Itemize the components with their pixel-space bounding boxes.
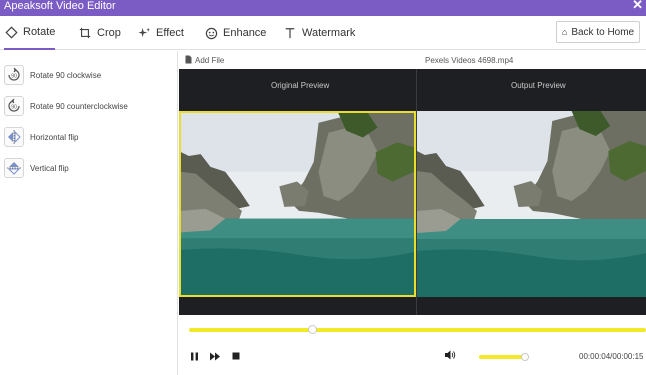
enhance-icon — [204, 26, 218, 40]
vertical-flip-icon — [4, 158, 24, 178]
window-title: Apeaksoft Video Editor — [4, 0, 116, 12]
tab-label: Effect — [156, 27, 184, 39]
rotate-options-panel: 90 Rotate 90 clockwise 90 Rotate 90 coun… — [0, 51, 178, 375]
output-preview-label: Output Preview — [511, 81, 566, 90]
playback-controls: 00:00:04/00:00:15 — [179, 315, 646, 375]
option-label: Rotate 90 counterclockwise — [30, 101, 128, 111]
file-icon — [185, 55, 192, 66]
timecode: 00:00:04/00:00:15 — [579, 352, 644, 361]
tab-label: Watermark — [302, 27, 356, 39]
progress-handle[interactable] — [308, 325, 318, 334]
rotate-counterclockwise-button[interactable]: 90 Rotate 90 counterclockwise — [4, 94, 174, 118]
preview-area: Original Preview Output Preview — [179, 69, 646, 315]
tab-label: Enhance — [223, 27, 267, 39]
option-label: Rotate 90 clockwise — [30, 70, 102, 80]
title-bar: Apeaksoft Video Editor ✕ — [0, 0, 646, 16]
close-icon[interactable]: ✕ — [632, 0, 643, 11]
tab-crop[interactable]: Crop — [78, 16, 121, 50]
back-to-home-button[interactable]: ⌂ Back to Home — [556, 21, 640, 43]
fast-forward-icon — [210, 352, 220, 360]
add-file-button[interactable]: Add File — [185, 55, 224, 66]
horizontal-flip-button[interactable]: Horizontal flip — [4, 125, 174, 149]
tab-enhance[interactable]: Enhance — [204, 16, 266, 50]
original-preview-label: Original Preview — [271, 81, 330, 90]
pause-button[interactable] — [188, 350, 200, 362]
tab-bar: Rotate Crop Effect Enhance Watermark ⌂ B… — [0, 16, 646, 50]
fast-forward-button[interactable] — [209, 350, 221, 362]
editor-area: Add File Pexels Videos 4698.mp4 Original… — [179, 51, 646, 375]
rotate-icon — [4, 25, 18, 39]
add-file-label: Add File — [195, 56, 225, 65]
effect-icon — [137, 26, 151, 40]
rotate-clockwise-button[interactable]: 90 Rotate 90 clockwise — [4, 63, 174, 87]
horizontal-flip-icon — [4, 127, 24, 147]
rotate-badge: 90 — [11, 105, 17, 111]
progress-track[interactable] — [189, 325, 646, 334]
home-icon: ⌂ — [561, 27, 568, 37]
crop-icon — [78, 26, 92, 40]
volume-handle[interactable] — [521, 353, 529, 361]
rotate-clockwise-icon: 90 — [4, 65, 24, 85]
pause-icon — [190, 352, 198, 360]
watermark-icon — [283, 26, 297, 40]
tab-label: Rotate — [23, 26, 56, 38]
tab-rotate[interactable]: Rotate — [4, 16, 56, 50]
volume-icon[interactable] — [445, 350, 456, 363]
rotate-counterclockwise-icon: 90 — [4, 96, 24, 116]
tab-label: Crop — [97, 27, 121, 39]
file-bar: Add File Pexels Videos 4698.mp4 — [179, 51, 646, 69]
vertical-flip-button[interactable]: Vertical flip — [4, 156, 174, 180]
file-name: Pexels Videos 4698.mp4 — [425, 56, 514, 65]
volume-slider[interactable] — [479, 353, 529, 361]
rotate-badge: 90 — [11, 74, 17, 80]
stop-icon — [232, 352, 240, 360]
tab-effect[interactable]: Effect — [137, 16, 184, 50]
option-label: Horizontal flip — [30, 132, 79, 142]
stop-button[interactable] — [230, 350, 242, 362]
output-video-frame — [417, 111, 646, 297]
original-video-frame[interactable] — [179, 111, 416, 297]
tab-watermark[interactable]: Watermark — [283, 16, 355, 50]
option-label: Vertical flip — [30, 163, 69, 173]
back-to-home-label: Back to Home — [571, 26, 635, 38]
